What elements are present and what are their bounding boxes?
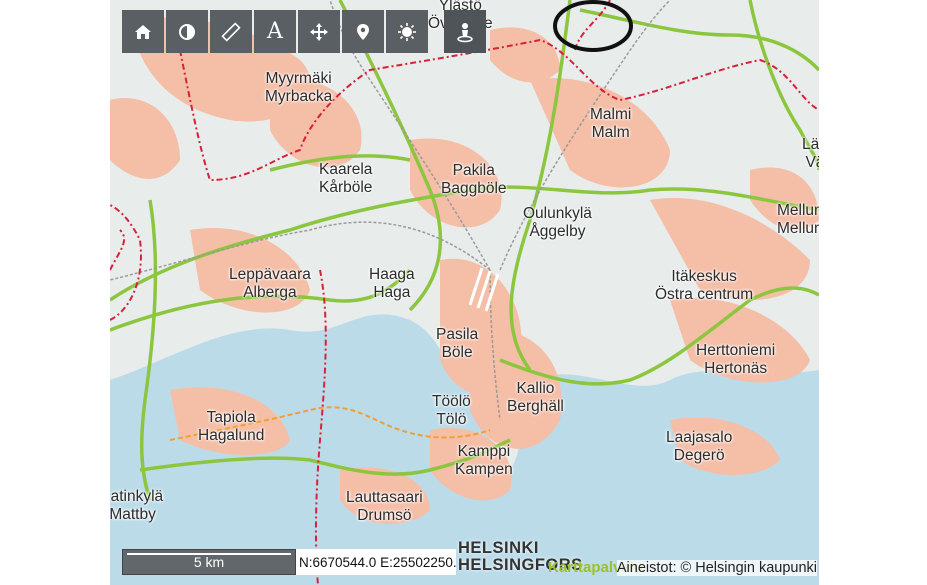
map-view[interactable]: Ylästö Övitsböle Myyrmäki Myrbacka Malmi…: [110, 0, 819, 585]
place-label: Oulunkylä Åggelby: [523, 205, 592, 241]
place-name-fi: Leppävaara: [229, 266, 311, 283]
place-name-fi: Lauttasaari: [346, 489, 423, 506]
place-name-fi: Malmi: [590, 106, 632, 123]
scale-line: [127, 553, 291, 555]
place-label: Malmi Malm: [590, 106, 631, 142]
place-name-sv: Degerö: [673, 447, 725, 464]
place-label: Lauttasaari Drumsö: [346, 489, 423, 525]
place-label: Kaarela Kårböle: [319, 161, 372, 197]
place-name-sv: Drumsö: [357, 507, 412, 524]
marker-button[interactable]: [342, 10, 384, 53]
place-label: Latinkylä Mattby: [110, 488, 163, 524]
light-button[interactable]: [386, 10, 428, 53]
place-label: Pasila Böle: [436, 326, 478, 362]
place-name-fi: Kallio: [516, 380, 555, 397]
place-label: Tapiola Hagalund: [198, 409, 264, 445]
text-tool-button[interactable]: A: [254, 10, 296, 53]
place-name-sv: Böle: [441, 344, 473, 361]
move-icon: [310, 22, 328, 41]
place-label: Itäkeskus Östra centrum: [655, 268, 753, 304]
scale-bar: 5 km: [122, 549, 296, 575]
text-icon: A: [267, 19, 283, 44]
place-label: Herttoniemi Hertonäs: [696, 342, 775, 378]
attribution-text[interactable]: Aineistot: © Helsingin kaupunki: [616, 560, 817, 576]
place-name-fi: Pakila: [452, 162, 495, 179]
ruler-icon: [221, 21, 241, 42]
place-name-sv: Mattby: [110, 506, 156, 523]
place-name-sv: Kårböle: [319, 179, 373, 196]
place-name-sv: Kampen: [455, 461, 513, 478]
place-name-sv: Mellun: [777, 220, 819, 237]
place-name-sv: Åggelby: [529, 223, 586, 240]
place-name-fi: Haaga: [369, 266, 415, 283]
place-name-sv: Hertonäs: [704, 360, 768, 377]
place-name-fi: Kamppi: [457, 443, 511, 460]
place-name-sv: Malm: [591, 124, 630, 141]
place-name-fi: Myyrmäki: [265, 70, 332, 87]
place-label: Haaga Haga: [369, 266, 415, 302]
home-icon: [135, 24, 151, 39]
locate-button[interactable]: [444, 10, 486, 53]
place-name-fi: Kaarela: [319, 161, 373, 178]
location-icon: [457, 22, 473, 42]
light-icon: [398, 22, 416, 41]
place-name-fi: Töölö: [432, 393, 471, 410]
place-name-sv: Väs: [805, 154, 819, 171]
place-name-sv: Tölö: [436, 411, 467, 428]
place-name-fi: Itäkeskus: [671, 268, 737, 285]
place-name-fi: Laajasalo: [666, 429, 733, 446]
place-name-sv: Hagalund: [198, 427, 265, 444]
place-name-sv: Myrbacka: [265, 88, 333, 105]
place-label: Mellun Mellun: [777, 202, 819, 238]
place-label: Kallio Berghäll: [507, 380, 564, 416]
place-label: Kamppi Kampen: [455, 443, 513, 479]
pan-button[interactable]: [298, 10, 340, 53]
place-name-sv: Östra centrum: [655, 286, 754, 303]
place-label: Leppävaara Alberga: [229, 266, 311, 302]
place-name-sv: Haga: [373, 284, 411, 301]
contrast-button[interactable]: [166, 10, 208, 53]
place-name-fi: Läns: [802, 136, 819, 153]
place-name-sv: Alberga: [243, 284, 297, 301]
home-button[interactable]: [122, 10, 164, 53]
map-toolbar: A: [122, 10, 486, 53]
place-name-fi: Tapiola: [206, 409, 256, 426]
place-name-sv: Baggböle: [441, 180, 507, 197]
place-name-fi: Latinkylä: [110, 488, 164, 505]
place-name-fi: Herttoniemi: [696, 342, 776, 359]
coordinate-readout: N:6670544.0 E:25502250.7: [296, 549, 456, 575]
marker-icon: [357, 23, 369, 40]
measure-button[interactable]: [210, 10, 252, 53]
city-name-fi: HELSINKI: [458, 539, 540, 557]
contrast-icon: [179, 23, 195, 40]
place-label: Myyrmäki Myrbacka: [265, 70, 332, 106]
place-name-fi: Mellun: [777, 202, 819, 219]
place-label: Töölö Tölö: [432, 393, 471, 429]
place-name-sv: Berghäll: [507, 398, 564, 415]
place-label: Pakila Baggböle: [441, 162, 507, 198]
place-label: Läns Väs: [802, 136, 819, 172]
scale-label: 5 km: [193, 554, 225, 570]
place-name-fi: Pasila: [436, 326, 479, 343]
place-label: Laajasalo Degerö: [666, 429, 732, 465]
place-name-fi: Oulunkylä: [523, 205, 592, 222]
